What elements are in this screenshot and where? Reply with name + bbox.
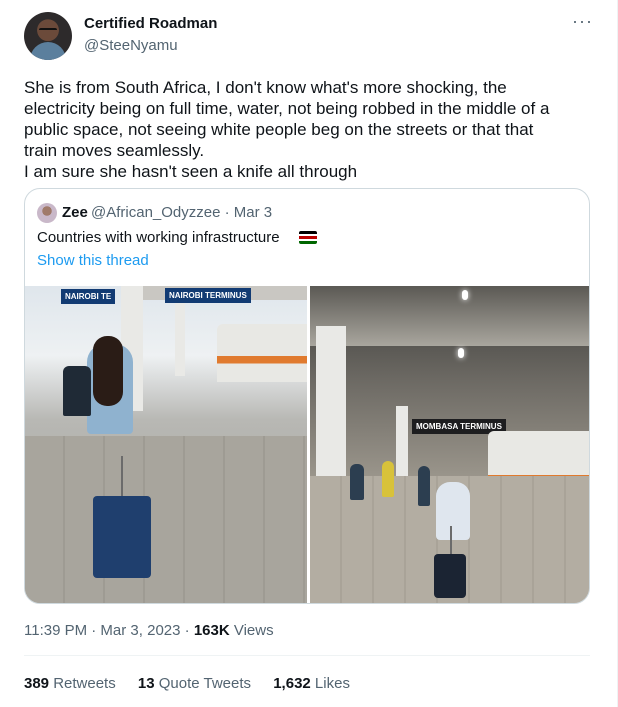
views-label: Views bbox=[229, 622, 274, 639]
retweets-count: 389 bbox=[24, 675, 50, 692]
station-pillar bbox=[175, 296, 185, 376]
avatar-shirt bbox=[30, 42, 66, 60]
suitcase bbox=[93, 496, 151, 578]
show-thread-link[interactable]: Show this thread bbox=[37, 252, 149, 269]
station-roof bbox=[310, 286, 589, 346]
likes-count: 1,632 bbox=[273, 675, 311, 692]
more-horizontal-icon[interactable]: ··· bbox=[572, 12, 592, 34]
train bbox=[217, 324, 307, 382]
passenger bbox=[418, 466, 430, 506]
quoted-tweet[interactable]: Zee @African_Odyzzee · Mar 3 Countries w… bbox=[24, 188, 590, 604]
quote-text: Countries with working infrastructure bbox=[37, 229, 280, 246]
quote-tweets-count: 13 bbox=[137, 675, 155, 692]
quote-author-avatar[interactable] bbox=[37, 203, 57, 223]
tweet: Certified Roadman @SteeNyamu ··· She is … bbox=[0, 0, 618, 707]
tweet-time[interactable]: 11:39 PM · Mar 3, 2023 · bbox=[24, 622, 194, 639]
author-display-name[interactable]: Certified Roadman bbox=[84, 15, 217, 32]
station-sign: NAIROBI TERMINUS bbox=[165, 288, 251, 303]
suitcase-handle bbox=[450, 526, 452, 554]
traveler-hair bbox=[93, 336, 123, 406]
divider bbox=[24, 655, 590, 656]
passenger bbox=[382, 461, 394, 497]
tweet-timestamp: 11:39 PM · Mar 3, 2023 · 163K Views bbox=[24, 622, 274, 639]
photo-mombasa-terminus[interactable]: MOMBASA TERMINUS bbox=[310, 286, 589, 603]
tweet-text: She is from South Africa, I don't know w… bbox=[24, 78, 550, 181]
views-count: 163K bbox=[193, 622, 230, 639]
photo-nairobi-terminus[interactable]: NAIROBI TE NAIROBI TERMINUS bbox=[25, 286, 307, 603]
quote-author-name[interactable]: Zee bbox=[62, 204, 88, 221]
suitcase-handle bbox=[121, 456, 123, 496]
ceiling-light bbox=[462, 290, 468, 300]
station-sign: NAIROBI TE bbox=[61, 289, 116, 304]
likes-label: Likes bbox=[310, 675, 350, 692]
avatar-glasses bbox=[39, 28, 57, 34]
backpack bbox=[63, 366, 91, 416]
author-handle[interactable]: @SteeNyamu bbox=[84, 37, 178, 54]
quote-tweets-label: Quote Tweets bbox=[154, 675, 252, 692]
quote-tweets-stat[interactable]: 13 Quote Tweets bbox=[138, 675, 251, 692]
ceiling-light bbox=[458, 348, 464, 358]
passenger bbox=[350, 464, 364, 500]
retweets-stat[interactable]: 389 Retweets bbox=[24, 675, 116, 692]
traveler bbox=[436, 482, 470, 540]
author-avatar[interactable] bbox=[24, 12, 72, 60]
kenya-flag-icon bbox=[299, 231, 317, 244]
likes-stat[interactable]: 1,632 Likes bbox=[273, 675, 350, 692]
quote-author-handle-date[interactable]: @African_Odyzzee · Mar 3 bbox=[91, 204, 272, 221]
retweets-label: Retweets bbox=[49, 675, 116, 692]
engagement-stats: 389 Retweets 13 Quote Tweets 1,632 Likes bbox=[24, 675, 368, 692]
suitcase bbox=[434, 554, 466, 598]
platform-floor bbox=[25, 436, 307, 603]
